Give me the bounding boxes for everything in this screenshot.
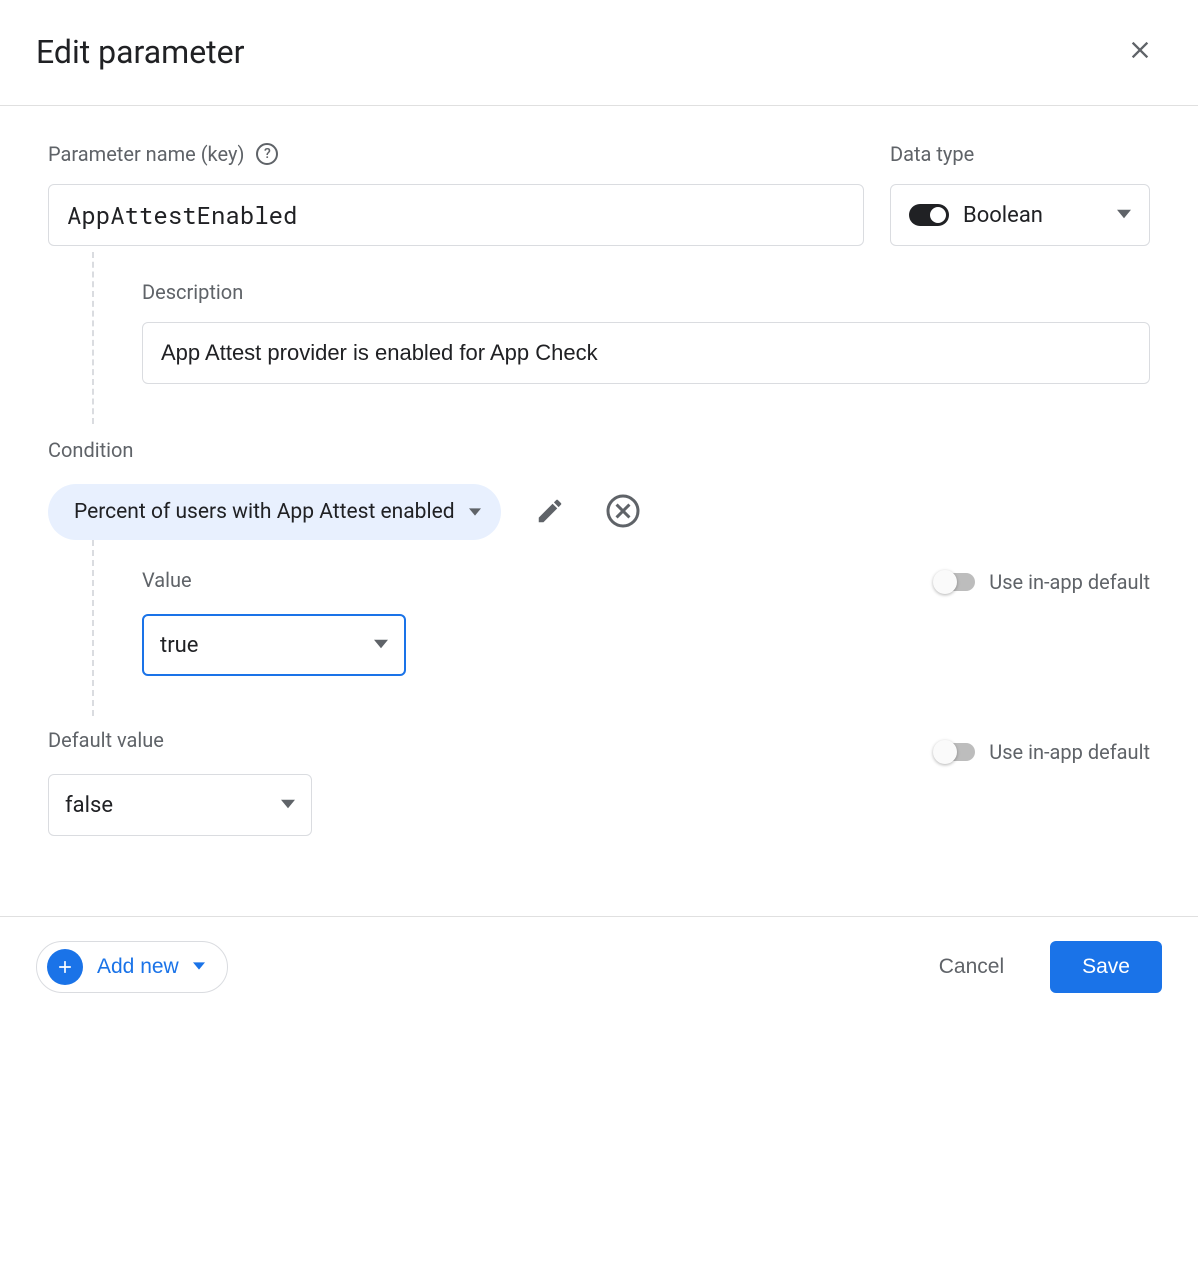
boolean-switch-icon [909, 204, 949, 226]
cancel-button[interactable]: Cancel [923, 945, 1020, 989]
condition-value-block: Value true Use in-app default [92, 540, 1150, 716]
description-label: Description [142, 280, 1150, 304]
save-button[interactable]: Save [1050, 941, 1162, 993]
condition-value-row: Value true Use in-app default [142, 568, 1150, 676]
parameter-name-field: Parameter name (key) ? [48, 142, 864, 246]
condition-chip[interactable]: Percent of users with App Attest enabled [48, 484, 501, 540]
dialog-footer: Add new Cancel Save [0, 916, 1198, 1017]
help-icon[interactable]: ? [256, 143, 278, 165]
parameter-name-label: Parameter name (key) ? [48, 142, 864, 166]
condition-value-text: true [160, 633, 198, 658]
plus-icon [47, 949, 83, 985]
edit-parameter-dialog: Edit parameter Parameter name (key) ? Da… [0, 0, 1198, 1017]
condition-value-select[interactable]: true [142, 614, 406, 676]
close-circle-icon [605, 493, 641, 532]
condition-inapp-toggle[interactable] [935, 573, 975, 591]
chevron-down-icon [374, 636, 388, 655]
condition-inapp-toggle-row: Use in-app default [935, 570, 1150, 594]
pencil-icon [535, 496, 565, 529]
data-type-field: Data type Boolean [890, 142, 1150, 246]
footer-actions: Cancel Save [923, 941, 1162, 993]
parameter-name-label-text: Parameter name (key) [48, 142, 244, 166]
data-type-select[interactable]: Boolean [890, 184, 1150, 246]
condition-section-label: Condition [48, 438, 1150, 462]
default-value-label: Default value [48, 728, 935, 752]
chevron-down-icon [193, 960, 205, 975]
default-value-text: false [65, 793, 113, 818]
edit-condition-button[interactable] [529, 490, 571, 535]
description-input[interactable] [142, 322, 1150, 384]
parameter-name-input[interactable] [48, 184, 864, 246]
data-type-label: Data type [890, 142, 1150, 166]
dialog-body: Parameter name (key) ? Data type Boolean [0, 106, 1198, 856]
condition-row: Percent of users with App Attest enabled [48, 484, 1150, 540]
default-value-row: Default value false Use in-app default [48, 728, 1150, 836]
description-block: Description [92, 252, 1150, 424]
default-value-select[interactable]: false [48, 774, 312, 836]
top-row: Parameter name (key) ? Data type Boolean [48, 142, 1150, 246]
default-value-left: Default value false [48, 728, 935, 836]
add-new-button[interactable]: Add new [36, 941, 228, 993]
data-type-select-content: Boolean [909, 203, 1043, 228]
add-new-label: Add new [97, 955, 179, 979]
chevron-down-icon [1117, 206, 1131, 225]
condition-chip-text: Percent of users with App Attest enabled [74, 500, 455, 524]
remove-condition-button[interactable] [599, 487, 647, 538]
close-icon [1126, 36, 1154, 67]
default-inapp-label: Use in-app default [989, 740, 1150, 764]
condition-value-left: Value true [142, 568, 935, 676]
dialog-title: Edit parameter [36, 33, 244, 71]
default-inapp-toggle-row: Use in-app default [935, 740, 1150, 764]
condition-value-label: Value [142, 568, 935, 592]
chevron-down-icon [281, 796, 295, 815]
condition-inapp-label: Use in-app default [989, 570, 1150, 594]
chevron-down-icon [469, 503, 481, 522]
dialog-header: Edit parameter [0, 0, 1198, 106]
default-inapp-toggle[interactable] [935, 743, 975, 761]
close-button[interactable] [1118, 28, 1162, 75]
data-type-value: Boolean [963, 203, 1043, 228]
